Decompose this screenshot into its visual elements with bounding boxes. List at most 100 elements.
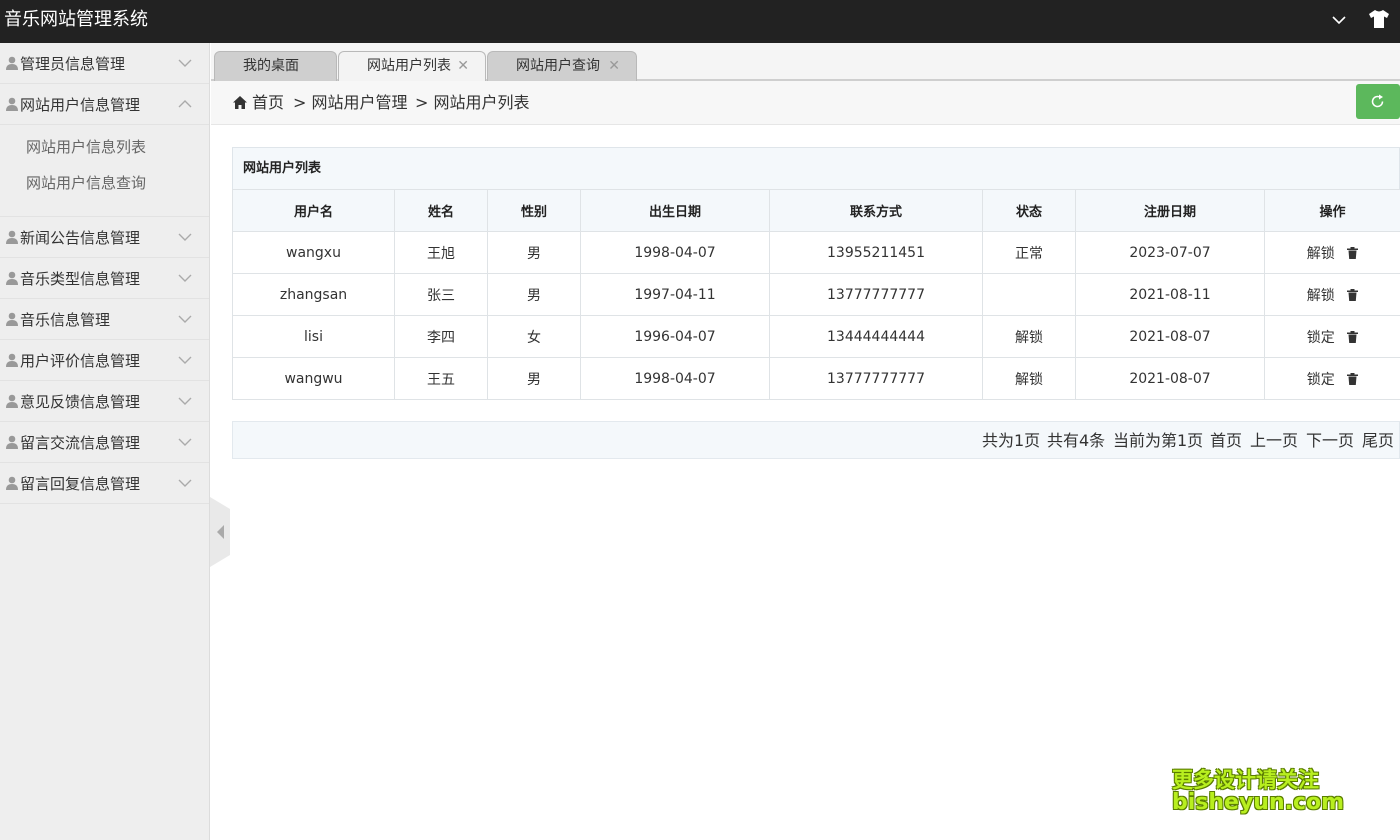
sidebar-item-music-types[interactable]: 音乐类型信息管理 [0,258,209,299]
pager-total-pages: 共为1页 [982,431,1041,450]
chevron-up-icon [178,100,192,108]
sidebar-collapse-handle[interactable] [210,497,230,567]
chevron-down-icon[interactable] [1331,12,1347,28]
trash-icon[interactable] [1347,246,1359,259]
cell-gender: 女 [487,315,581,358]
cell-register-date: 2021-08-07 [1075,315,1265,358]
cell-status: 解锁 [982,357,1076,400]
cell-gender: 男 [487,231,581,274]
sidebar-item-label: 留言交流信息管理 [20,434,141,452]
cell-phone: 13777777777 [769,273,983,316]
cell-name: 王旭 [394,231,488,274]
lock-link[interactable]: 锁定 [1307,369,1335,389]
breadcrumb-home[interactable]: 首页 [252,93,284,113]
sidebar-item-label: 用户评价信息管理 [20,352,141,370]
cell-status: 解锁 [982,315,1076,358]
close-icon[interactable]: ✕ [457,52,469,80]
sidebar-subitem-user-query[interactable]: 网站用户信息查询 [26,172,146,194]
app-header: 音乐网站管理系统 [0,0,1400,43]
user-icon [6,97,18,111]
breadcrumb-user-management: > 网站用户管理 [293,93,408,112]
sidebar-item-label: 音乐类型信息管理 [20,270,141,288]
cell-birth-date: 1997-04-11 [580,273,770,316]
chevron-down-icon [178,397,192,405]
trash-icon[interactable] [1347,288,1359,301]
pager-prev-link[interactable]: 上一页 [1250,431,1298,451]
tab-user-list[interactable]: 网站用户列表 ✕ [338,51,486,81]
column-header: 用户名 [232,189,395,232]
tab-label: 网站用户列表 [367,58,451,74]
cell-register-date: 2021-08-11 [1075,273,1265,316]
watermark-line2: bisheyun.com [1172,790,1345,815]
sidebar-item-label: 留言回复信息管理 [20,475,141,493]
table-row: zhangsan 张三 男 1997-04-11 13777777777 202… [232,273,1400,316]
unlock-link[interactable]: 解锁 [1307,285,1335,305]
cell-username: wangwu [232,357,395,400]
home-icon [233,96,247,109]
close-icon[interactable]: ✕ [608,52,620,80]
cell-register-date: 2021-08-07 [1075,357,1265,400]
sidebar-subitem-user-list[interactable]: 网站用户信息列表 [26,136,146,158]
chevron-down-icon [178,479,192,487]
cell-name: 王五 [394,357,488,400]
lock-link[interactable]: 锁定 [1307,327,1335,347]
pager-last-link[interactable]: 尾页 [1362,431,1394,451]
sidebar-item-news[interactable]: 新闻公告信息管理 [0,217,209,258]
cell-actions: 锁定 [1264,357,1400,400]
chevron-down-icon [178,274,192,282]
sidebar: 管理员信息管理 网站用户信息管理 网站用户信息列表 网站用户信息查询 新闻公告信… [0,43,210,840]
chevron-down-icon [178,59,192,67]
pager-next-link[interactable]: 下一页 [1306,431,1354,451]
sidebar-item-admin[interactable]: 管理员信息管理 [0,43,209,84]
pager-first-link[interactable]: 首页 [1210,431,1242,451]
cell-name: 李四 [394,315,488,358]
user-icon [6,394,18,408]
cell-register-date: 2023-07-07 [1075,231,1265,274]
column-header: 性别 [487,189,581,232]
tab-label: 我的桌面 [243,58,299,74]
sidebar-item-replies[interactable]: 留言回复信息管理 [0,463,209,504]
sidebar-item-messages[interactable]: 留言交流信息管理 [0,422,209,463]
table-header-row: 用户名 姓名 性别 出生日期 联系方式 状态 注册日期 操作 [232,189,1400,232]
tab-bar: 我的桌面 网站用户列表 ✕ 网站用户查询 ✕ [211,43,1400,81]
cell-phone: 13777777777 [769,357,983,400]
cell-status [982,273,1076,316]
sidebar-item-music[interactable]: 音乐信息管理 [0,299,209,340]
refresh-icon [1371,94,1384,108]
sidebar-submenu: 网站用户信息列表 网站用户信息查询 [0,125,209,217]
sidebar-item-feedback[interactable]: 意见反馈信息管理 [0,381,209,422]
user-icon [6,476,18,490]
unlock-link[interactable]: 解锁 [1307,243,1335,263]
theme-shirt-icon[interactable] [1368,9,1390,29]
trash-icon[interactable] [1347,330,1359,343]
user-icon [6,353,18,367]
cell-gender: 男 [487,357,581,400]
refresh-button[interactable] [1356,84,1400,119]
tab-user-query[interactable]: 网站用户查询 ✕ [487,51,637,81]
user-table-panel: 网站用户列表 用户名 姓名 性别 出生日期 联系方式 状态 注册日期 操作 wa… [232,147,1400,400]
pager-current-page: 当前为第1页 [1113,431,1204,450]
chevron-down-icon [178,233,192,241]
column-header: 姓名 [394,189,488,232]
cell-birth-date: 1998-04-07 [580,357,770,400]
sidebar-item-reviews[interactable]: 用户评价信息管理 [0,340,209,381]
user-icon [6,271,18,285]
chevron-down-icon [178,356,192,364]
tab-desktop[interactable]: 我的桌面 [214,51,337,81]
app-title: 音乐网站管理系统 [4,9,148,30]
sidebar-item-label: 网站用户信息管理 [20,96,141,114]
column-header: 联系方式 [769,189,983,232]
trash-icon[interactable] [1347,372,1359,385]
cell-name: 张三 [394,273,488,316]
cell-actions: 锁定 [1264,315,1400,358]
sidebar-item-site-users[interactable]: 网站用户信息管理 [0,84,209,125]
table-row: wangxu 王旭 男 1998-04-07 13955211451 正常 20… [232,231,1400,274]
cell-phone: 13955211451 [769,231,983,274]
pager-total-items: 共有4条 [1047,431,1106,450]
user-icon [6,230,18,244]
breadcrumb-user-list: > 网站用户列表 [415,93,530,112]
user-icon [6,56,18,70]
column-header: 出生日期 [580,189,770,232]
breadcrumb: 首页 > 网站用户管理 > 网站用户列表 [211,81,1400,125]
sidebar-item-label: 意见反馈信息管理 [20,393,141,411]
